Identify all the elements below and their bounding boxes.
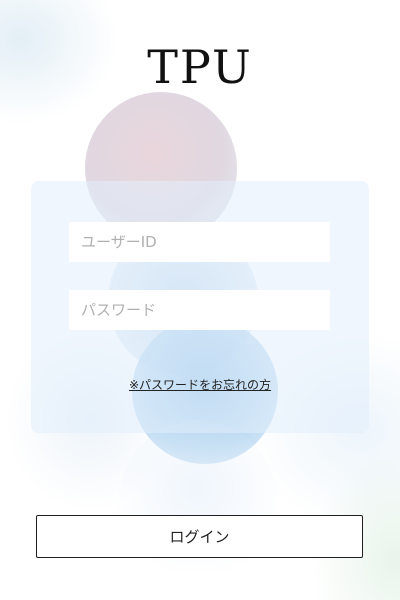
decorative-circle-faint [118, 420, 278, 590]
forgot-password-link[interactable]: ※パスワードをお忘れの方 [0, 376, 400, 393]
app-title: TPU [147, 40, 253, 94]
password-input[interactable] [69, 290, 330, 330]
user-id-input[interactable] [69, 222, 330, 262]
login-button[interactable]: ログイン [36, 515, 363, 558]
